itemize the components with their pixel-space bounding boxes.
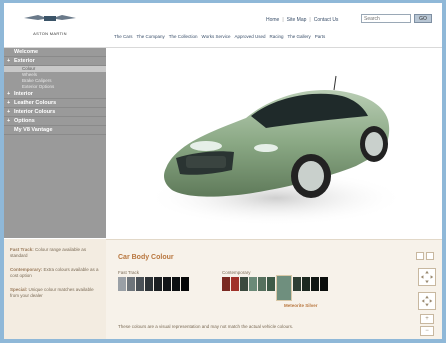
colour-swatch[interactable] (181, 277, 189, 291)
search-input[interactable] (361, 14, 411, 23)
nav-item[interactable]: Approved Used (234, 34, 265, 39)
tip-title: Fast Track: (10, 247, 34, 252)
colour-swatch[interactable] (320, 277, 328, 291)
tip: Contemporary: Extra colours available as… (4, 267, 106, 279)
sidebar-item-label: Leather Colours (14, 100, 57, 106)
tips-panel: Fast Track: Colour range available as st… (4, 239, 106, 339)
colour-swatch[interactable] (222, 277, 230, 291)
panel-title: Car Body Colour (118, 254, 174, 261)
colour-swatch[interactable] (249, 277, 257, 291)
zoom-in-button[interactable]: + (420, 314, 434, 324)
car-viewer[interactable] (106, 48, 442, 238)
tip-title: Special: (10, 287, 28, 292)
sidebar-item-label: Options (14, 118, 35, 124)
logo-text: ASTON MARTIN (33, 31, 67, 36)
colour-swatch[interactable] (311, 277, 319, 291)
tip-title: Contemporary: (10, 267, 43, 272)
tip: Special: Unique colour matches available… (4, 287, 106, 299)
sidebar-item-label: Welcome (14, 49, 39, 55)
contemporary-swatches (222, 275, 328, 301)
expand-icon: + (7, 58, 11, 64)
page-frame: ASTON MARTIN Home | Site Map | Contact U… (4, 3, 442, 339)
site-map-link[interactable]: Site Map (287, 17, 307, 23)
selected-colour-name: Meteorite Silver (284, 303, 318, 308)
colour-swatch[interactable] (154, 277, 162, 291)
colour-swatch[interactable] (231, 277, 239, 291)
go-button[interactable]: GO (414, 14, 432, 23)
separator: | (309, 17, 311, 23)
sidebar-item-label: Wheels (22, 72, 38, 77)
expand-icon: + (7, 109, 11, 115)
colour-swatch[interactable] (127, 277, 135, 291)
main-nav: The Cars The Company The Collection Works S… (114, 34, 325, 39)
sidebar-item[interactable]: + Interior (4, 90, 106, 99)
sidebar-item-label: Exterior (14, 58, 35, 64)
car-render (146, 75, 406, 226)
sidebar-item[interactable]: + Leather Colours (4, 99, 106, 108)
sidebar-item[interactable]: Welcome (4, 48, 106, 57)
nav-item[interactable]: Works Service (202, 34, 231, 39)
sidebar-item-label: Brake Calipers (22, 78, 52, 83)
disclaimer: These colours are a visual representatio… (118, 324, 294, 329)
view-toggle-group (416, 252, 434, 260)
tip: Fast Track: Colour range available as st… (4, 247, 106, 259)
sidebar-item-label: Exterior Options (22, 84, 55, 89)
colour-panel: Car Body Colour Fast Track Contemporary … (106, 239, 442, 339)
colour-swatch[interactable] (118, 277, 126, 291)
nav-item[interactable]: The Company (137, 34, 165, 39)
colour-swatch[interactable] (145, 277, 153, 291)
sidebar-item-label: My V8 Vantage (14, 127, 53, 133)
sidebar-item-label: Interior (14, 91, 33, 97)
nav-item[interactable]: The Collection (169, 34, 198, 39)
header: ASTON MARTIN Home | Site Map | Contact U… (4, 3, 442, 48)
view-toggle-a[interactable] (416, 252, 424, 260)
expand-icon: + (7, 91, 11, 97)
sidebar: Welcome + Exterior Colour Wheels Brake Calipe… (4, 48, 106, 238)
colour-swatch[interactable] (240, 277, 248, 291)
view-toggle-b[interactable] (426, 252, 434, 260)
top-links: Home | Site Map | Contact Us (266, 15, 338, 25)
sidebar-item-label: Colour (22, 66, 36, 71)
expand-icon: + (7, 118, 11, 124)
colour-swatch[interactable] (136, 277, 144, 291)
nav-item[interactable]: The Cars (114, 34, 133, 39)
contact-link[interactable]: Contact Us (314, 17, 339, 23)
nav-item[interactable]: The Gallery (288, 34, 311, 39)
rotate-pad-icon[interactable] (418, 268, 436, 286)
fast-track-label: Fast Track (118, 270, 140, 275)
brand-logo[interactable]: ASTON MARTIN (18, 9, 82, 39)
expand-icon: + (7, 100, 11, 106)
nav-item[interactable]: Parts (315, 34, 326, 39)
home-link[interactable]: Home (266, 17, 279, 23)
colour-swatch[interactable] (258, 277, 266, 291)
separator: | (282, 17, 284, 23)
contemporary-label: Contemporary (222, 270, 251, 275)
sidebar-item-label: Interior Colours (14, 109, 56, 115)
colour-swatch[interactable] (293, 277, 301, 291)
fast-track-swatches (118, 277, 189, 291)
colour-swatch[interactable] (267, 277, 275, 291)
sidebar-item[interactable]: + Options (4, 117, 106, 126)
pan-pad-icon[interactable] (418, 292, 436, 310)
wings-icon (24, 15, 76, 21)
zoom-out-button[interactable]: − (420, 326, 434, 336)
sidebar-item[interactable]: My V8 Vantage (4, 126, 106, 135)
nav-item[interactable]: Racing (270, 34, 284, 39)
colour-swatch[interactable] (276, 275, 292, 301)
colour-swatch[interactable] (163, 277, 171, 291)
colour-swatch[interactable] (172, 277, 180, 291)
sidebar-item[interactable]: + Interior Colours (4, 108, 106, 117)
sidebar-item[interactable]: + Exterior (4, 57, 106, 66)
colour-swatch[interactable] (302, 277, 310, 291)
